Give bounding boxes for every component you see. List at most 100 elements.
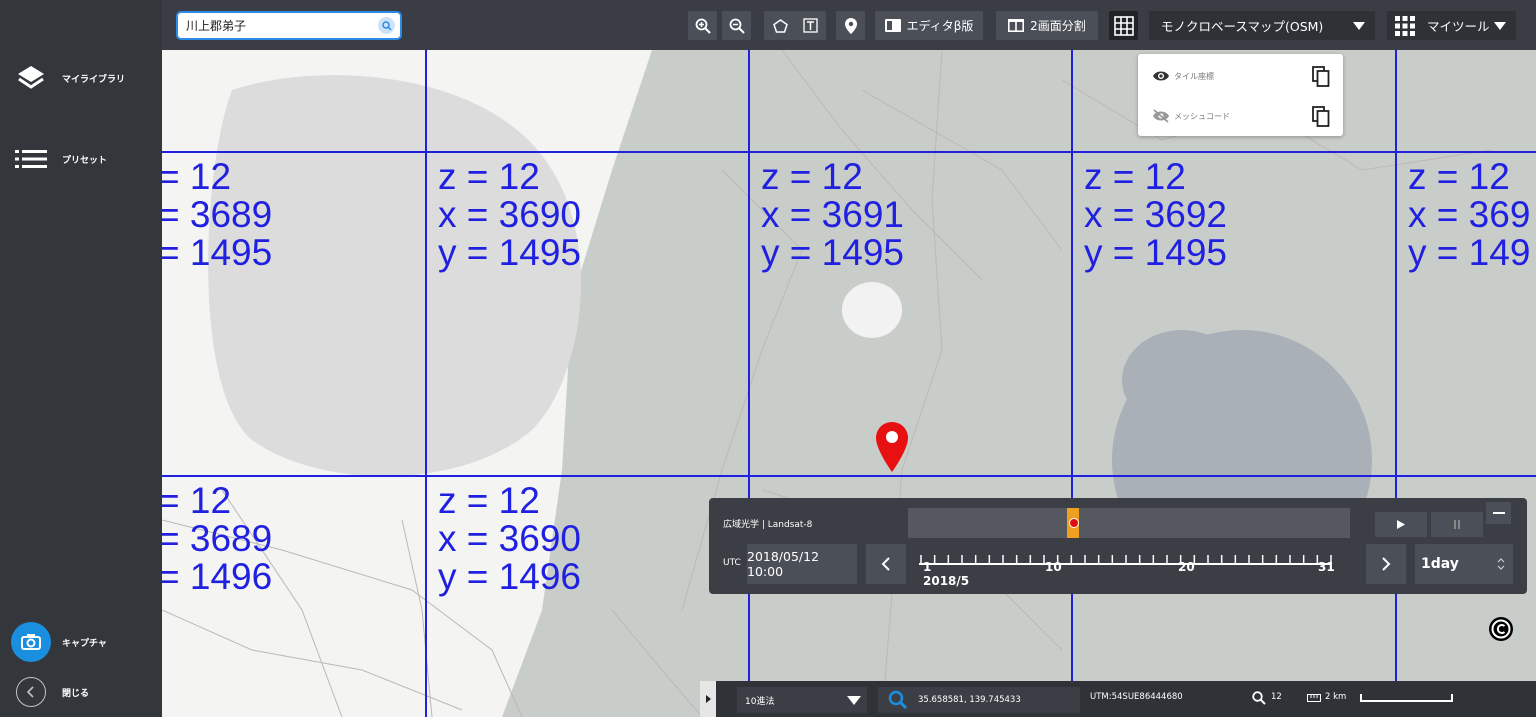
chevron-right-icon	[1382, 557, 1391, 571]
editor-beta-label: エディタβ版	[906, 19, 974, 33]
sidebar-item-label: プリセット	[62, 155, 108, 166]
scale-value: 2 km	[1325, 692, 1347, 702]
mesh-code-row[interactable]: メッシュコード	[1138, 96, 1343, 136]
split-screen-label: 2画面分割	[1030, 19, 1086, 33]
sort-icon	[1497, 558, 1505, 570]
tile-coords-row[interactable]: タイル座標	[1138, 56, 1343, 96]
zoom-out-icon	[729, 18, 745, 34]
mesh-code-label: メッシュコード	[1174, 111, 1230, 121]
scale-bar	[1360, 694, 1453, 702]
tile-label: z = 12 x = 3690 y = 1495	[438, 156, 581, 273]
sidebar-item-my-library[interactable]: マイライブラリ	[0, 56, 162, 100]
tick-label: 31	[1318, 560, 1335, 574]
copy-icon[interactable]	[1312, 66, 1330, 87]
utc-label: UTC	[723, 558, 741, 568]
eye-off-icon[interactable]	[1152, 109, 1170, 123]
minimize-icon	[1492, 512, 1505, 514]
copy-icon[interactable]	[1312, 106, 1330, 127]
tile-coords-label: タイル座標	[1174, 71, 1214, 81]
marker-button[interactable]	[836, 11, 865, 40]
timeline-current-dot	[1069, 518, 1079, 528]
my-tools-label: マイツール	[1427, 19, 1490, 34]
sidebar-item-presets[interactable]: プリセット	[0, 137, 162, 181]
sidebar: マイライブラリ プリセット キャプチャ 閉じる	[0, 0, 162, 717]
chevron-right-icon	[705, 695, 711, 703]
tile-overlay-popup: タイル座標 メッシュコード	[1138, 54, 1343, 136]
play-icon	[1397, 520, 1405, 529]
tile-grid-button[interactable]	[1109, 11, 1138, 40]
search-box	[176, 11, 402, 40]
timeline-ruler[interactable]: 1 10 20 31 2018/5	[919, 550, 1339, 590]
coords-display[interactable]: 35.658581, 139.745433	[878, 687, 1080, 713]
tile-label: = 12 = 3689 = 1496	[162, 480, 273, 597]
copyright-icon[interactable]	[1488, 616, 1514, 642]
coord-format-select[interactable]: 10進法	[737, 687, 867, 713]
search-input[interactable]	[178, 13, 368, 38]
step-select-label: 1day	[1421, 556, 1459, 572]
ruler-icon	[1307, 694, 1321, 702]
list-icon	[0, 149, 62, 169]
close-label: 閉じる	[62, 688, 90, 699]
month-label: 2018/5	[923, 574, 970, 588]
data-source-label: 広域光学 | Landsat-8	[723, 520, 813, 530]
pause-icon	[1454, 520, 1460, 529]
grid-icon	[1113, 15, 1134, 36]
zoom-level-icon	[1252, 691, 1266, 705]
map-pin-icon	[844, 17, 857, 34]
chevron-down-icon	[1494, 22, 1506, 30]
tick-label: 1	[923, 560, 932, 574]
chevron-left-icon	[16, 677, 46, 707]
timeline-current-marker[interactable]	[1067, 508, 1079, 538]
utm-value: UTM:54SUE86444680	[1090, 692, 1183, 702]
draw-tools-button[interactable]	[764, 11, 826, 40]
chevron-down-icon	[1353, 22, 1365, 30]
chevron-down-icon	[847, 696, 861, 705]
text-icon	[803, 18, 818, 33]
editor-beta-button[interactable]: エディタβ版	[875, 11, 983, 40]
timeline-panel: 広域光学 | Landsat-8 UTC 2018/05/12 10:00 1 …	[709, 498, 1527, 594]
zoom-out-button[interactable]	[722, 11, 751, 40]
sidebar-item-label: マイライブラリ	[62, 74, 126, 85]
tile-label: z = 12 x = 3691 y = 1495	[761, 156, 904, 273]
tile-label: z = 12 x = 3690 y = 1496	[438, 480, 581, 597]
next-button[interactable]	[1366, 544, 1406, 584]
split-screen-icon	[1008, 19, 1025, 32]
search-icon	[888, 690, 908, 710]
zoom-level-value: 12	[1271, 692, 1282, 702]
my-tools-menu[interactable]: マイツール	[1387, 11, 1516, 40]
basemap-select[interactable]: モノクロベースマップ(OSM)	[1149, 11, 1375, 40]
minimize-button[interactable]	[1486, 502, 1511, 524]
location-marker-icon[interactable]	[876, 422, 908, 472]
play-button[interactable]	[1375, 512, 1427, 537]
zoom-in-button[interactable]	[688, 11, 717, 40]
close-button[interactable]: 閉じる	[0, 670, 162, 714]
step-select[interactable]: 1day	[1415, 544, 1513, 584]
capture-label: キャプチャ	[62, 638, 107, 649]
map-background	[162, 50, 1536, 717]
prev-button[interactable]	[866, 544, 906, 584]
tile-label: z = 12 x = 369 y = 149	[1408, 156, 1531, 273]
tile-label: = 12 = 3689 = 1495	[162, 156, 273, 273]
capture-button[interactable]: キャプチャ	[0, 620, 162, 664]
coords-value: 35.658581, 139.745433	[918, 695, 1021, 705]
zoom-in-icon	[695, 18, 711, 34]
tick-label: 20	[1178, 560, 1195, 574]
apps-grid-icon	[1395, 15, 1415, 36]
search-icon[interactable]	[378, 17, 395, 34]
basemap-select-label: モノクロベースマップ(OSM)	[1161, 19, 1324, 34]
timeline-track[interactable]	[908, 508, 1350, 538]
pause-button[interactable]	[1431, 512, 1483, 537]
layers-icon	[0, 63, 62, 93]
status-bar: 10進法 35.658581, 139.745433 UTM:54SUE8644…	[700, 681, 1536, 717]
split-screen-button[interactable]: 2画面分割	[996, 11, 1098, 40]
datetime-field[interactable]: 2018/05/12 10:00	[747, 544, 857, 584]
camera-icon	[11, 622, 51, 662]
chevron-left-icon	[881, 557, 890, 571]
status-bar-toggle[interactable]	[700, 681, 716, 717]
tile-label: z = 12 x = 3692 y = 1495	[1084, 156, 1227, 273]
eye-icon[interactable]	[1152, 70, 1170, 82]
tick-label: 10	[1045, 560, 1062, 574]
timeline-ticks	[919, 555, 1332, 565]
editor-icon	[884, 19, 901, 32]
map-view[interactable]: = 12 = 3689 = 1495 z = 12 x = 3690 y = 1…	[162, 50, 1536, 717]
